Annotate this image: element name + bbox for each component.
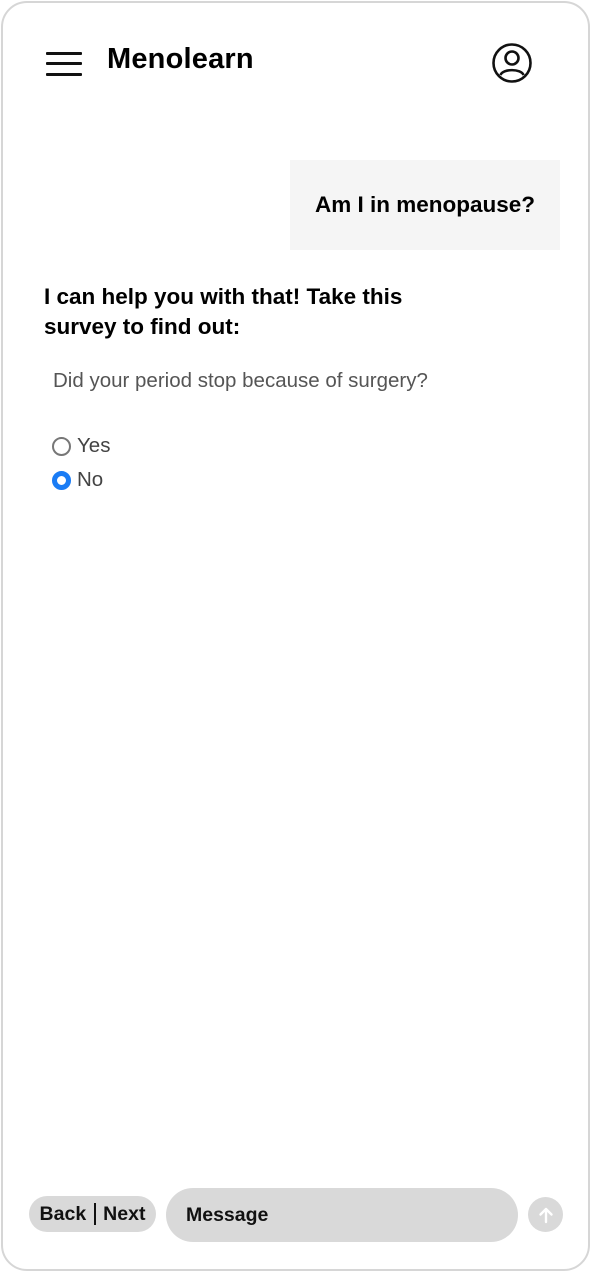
- message-input[interactable]: Message: [166, 1188, 518, 1242]
- hamburger-menu-icon[interactable]: [46, 49, 84, 79]
- arrow-up-icon: [538, 1207, 553, 1223]
- app-title: Menolearn: [107, 43, 254, 75]
- send-button[interactable]: [528, 1197, 563, 1232]
- survey-option-no[interactable]: No: [52, 468, 103, 492]
- survey-option-label: Yes: [77, 434, 111, 457]
- next-button[interactable]: Next: [103, 1203, 145, 1226]
- survey-question: Did your period stop because of surgery?: [53, 369, 428, 392]
- user-message-text: Am I in menopause?: [314, 192, 536, 217]
- user-message-bubble: Am I in menopause?: [290, 160, 560, 250]
- survey-nav-pill: Back Next: [29, 1196, 156, 1232]
- radio-selected-icon[interactable]: [52, 470, 71, 490]
- radio-unselected-icon[interactable]: [52, 436, 71, 456]
- survey-option-yes[interactable]: Yes: [52, 434, 110, 458]
- message-placeholder: Message: [186, 1203, 269, 1226]
- back-button[interactable]: Back: [40, 1203, 87, 1226]
- survey-option-label: No: [77, 468, 104, 491]
- bot-reply-text: I can help you with that! Take this surv…: [44, 284, 403, 339]
- user-circle-icon[interactable]: [491, 42, 533, 84]
- app-frame: Menolearn Am I in menopause? I can help …: [1, 1, 590, 1271]
- nav-divider: [94, 1203, 97, 1225]
